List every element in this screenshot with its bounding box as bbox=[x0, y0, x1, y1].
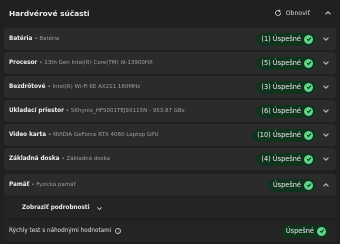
check-icon bbox=[304, 106, 313, 116]
component-detail: Fyzická pamäť bbox=[36, 182, 76, 188]
show-details-toggle[interactable]: Zobraziť podrobnosti bbox=[4, 198, 336, 218]
status-badge-label: (1) Úspešné bbox=[261, 35, 301, 43]
component-name: Pamäť bbox=[9, 182, 30, 188]
check-icon bbox=[304, 82, 313, 92]
status-badge: (3) Úspešné bbox=[256, 80, 315, 94]
expand-chevron-down-icon[interactable] bbox=[322, 35, 330, 43]
expand-chevron-down-icon[interactable] bbox=[322, 131, 330, 139]
collapse-chevron-up-icon[interactable] bbox=[322, 181, 330, 189]
status-badge: (4) Úspešné bbox=[256, 152, 315, 166]
quick-test-row: Rýchly test s náhodnými hodnotami i Úspe… bbox=[4, 220, 336, 242]
status-badge-label: (6) Úspešné bbox=[261, 107, 301, 115]
status-badge: (1) Úspešné bbox=[256, 32, 315, 46]
component-row-zakladna-doska[interactable]: Základná doska • Základná doska (4) Úspe… bbox=[4, 148, 336, 170]
hardware-components-panel: Hardvérové súčasti Obnoviť Batéria • Bat… bbox=[0, 0, 340, 244]
component-name: Bezdrôtové bbox=[9, 84, 46, 90]
status-badge: (5) Úspešné bbox=[256, 56, 315, 70]
expand-chevron-down-icon[interactable] bbox=[322, 155, 330, 163]
status-badge-label: Úspešné bbox=[285, 227, 314, 235]
check-icon bbox=[304, 130, 313, 140]
component-row-video-karta[interactable]: Video karta • NVIDIA GeForce RTX 4060 La… bbox=[4, 124, 336, 146]
refresh-icon bbox=[274, 9, 281, 16]
component-detail: Intel(R) Wi-Fi 6E AX211 160MHz bbox=[52, 84, 141, 90]
expand-chevron-down-icon[interactable] bbox=[322, 107, 330, 115]
refresh-button[interactable]: Obnoviť bbox=[274, 9, 310, 17]
status-badge-label: (10) Úspešné bbox=[257, 131, 301, 139]
status-badge: (10) Úspešné bbox=[252, 128, 315, 142]
status-badge-label: (3) Úspešné bbox=[261, 83, 301, 91]
panel-header: Hardvérové súčasti Obnoviť bbox=[0, 0, 340, 26]
quick-test-label: Rýchly test s náhodnými hodnotami bbox=[9, 228, 112, 234]
panel-title: Hardvérové súčasti bbox=[9, 8, 90, 18]
check-icon bbox=[304, 58, 313, 68]
status-badge: Úspešné bbox=[267, 178, 315, 192]
component-detail: SKhynix_HFS001TEJ9X115N - 953.87 GBs bbox=[70, 108, 185, 114]
component-row-bateria[interactable]: Batéria • Batéria (1) Úspešné bbox=[4, 28, 336, 50]
info-icon[interactable]: i bbox=[115, 228, 122, 234]
component-name: Základná doska bbox=[9, 156, 60, 162]
show-details-label: Zobraziť podrobnosti bbox=[22, 205, 90, 211]
status-badge-label: (4) Úspešné bbox=[261, 155, 301, 163]
check-icon bbox=[304, 180, 313, 190]
component-name: Batéria bbox=[9, 36, 33, 42]
component-detail: Batéria bbox=[39, 36, 60, 42]
check-icon bbox=[304, 154, 313, 164]
component-name: Video karta bbox=[9, 132, 47, 138]
status-badge-label: (5) Úspešné bbox=[261, 59, 301, 67]
collapse-panel-chevron-up-icon[interactable] bbox=[324, 9, 332, 17]
component-detail: Základná doska bbox=[66, 156, 110, 162]
check-icon bbox=[317, 226, 326, 236]
quick-test-status-badge: Úspešné bbox=[280, 224, 328, 238]
component-row-pamat[interactable]: Pamäť • Fyzická pamäť Úspešné bbox=[4, 174, 336, 196]
status-badge: (6) Úspešné bbox=[256, 104, 315, 118]
chevron-down-icon bbox=[96, 204, 104, 212]
expand-chevron-down-icon[interactable] bbox=[322, 83, 330, 91]
check-icon bbox=[304, 34, 313, 44]
component-row-bezdrotove[interactable]: Bezdrôtové • Intel(R) Wi-Fi 6E AX211 160… bbox=[4, 76, 336, 98]
component-name: Procesor bbox=[9, 60, 38, 66]
component-row-procesor[interactable]: Procesor • 13th Gen Intel(R) Core(TM) i9… bbox=[4, 52, 336, 74]
component-name: Ukladací priestor bbox=[9, 108, 64, 114]
component-row-ukladaci-priestor[interactable]: Ukladací priestor • SKhynix_HFS001TEJ9X1… bbox=[4, 100, 336, 122]
refresh-label: Obnoviť bbox=[285, 9, 310, 17]
status-badge-label: Úspešné bbox=[272, 181, 301, 189]
component-detail: NVIDIA GeForce RTX 4060 Laptop GPU bbox=[53, 132, 159, 138]
component-detail: 13th Gen Intel(R) Core(TM) i9-13900HX bbox=[44, 60, 153, 66]
expand-chevron-down-icon[interactable] bbox=[322, 59, 330, 67]
